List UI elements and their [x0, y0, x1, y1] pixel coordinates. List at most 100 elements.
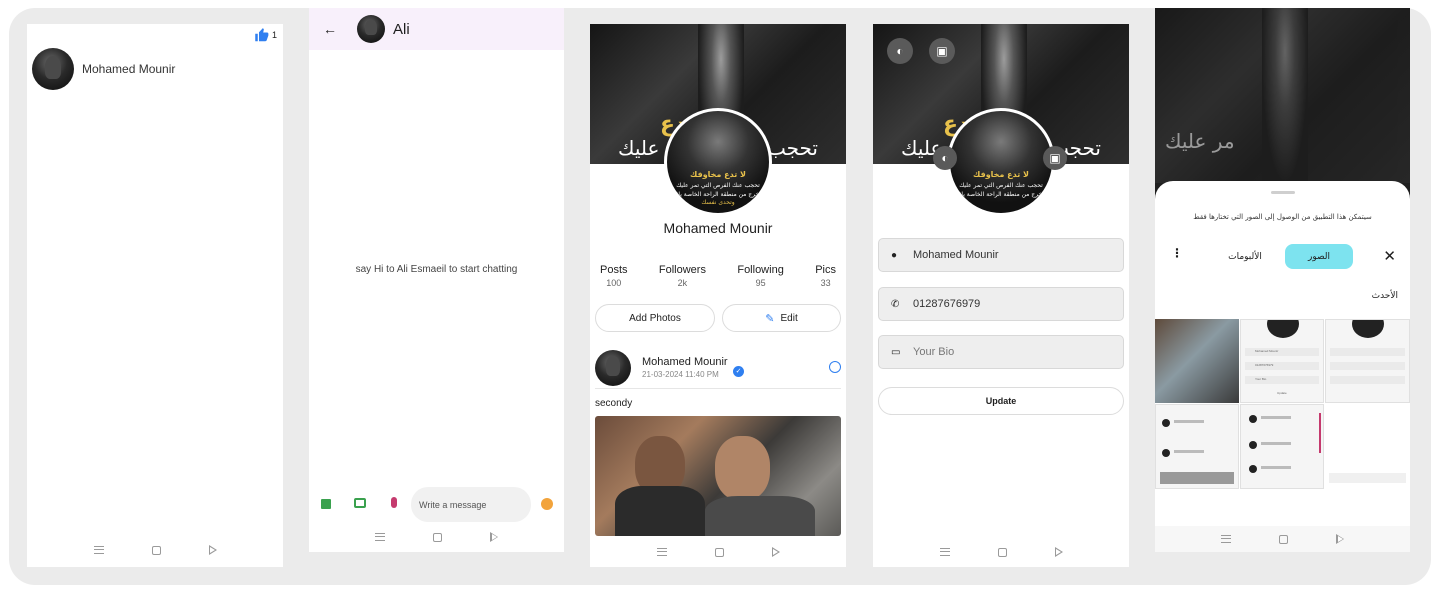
- photo-thumb[interactable]: [1155, 404, 1239, 489]
- globe-icon[interactable]: [829, 361, 841, 373]
- cover-image-dimmed: مر عليك: [1155, 8, 1410, 183]
- back-arrow-icon[interactable]: ←: [323, 21, 337, 37]
- contact-name: Mohamed Mounir: [82, 62, 176, 76]
- contact-row[interactable]: Mohamed Mounir: [32, 48, 175, 90]
- stat-label: Pics: [815, 264, 836, 276]
- home-nav-icon[interactable]: [1279, 534, 1288, 544]
- edit-button[interactable]: ✎ Edit: [722, 304, 841, 332]
- message-input-placeholder: Write a message: [419, 499, 487, 510]
- stat-value: 95: [755, 278, 766, 288]
- add-photos-button[interactable]: Add Photos: [595, 304, 715, 332]
- update-label: Update: [985, 396, 1017, 406]
- recents-nav-icon[interactable]: [375, 533, 385, 541]
- home-nav-icon[interactable]: [433, 532, 442, 542]
- system-nav-bar: [309, 522, 564, 552]
- stat-value: 2k: [677, 278, 688, 288]
- edit-label: Edit: [780, 312, 798, 324]
- stat-following[interactable]: Following 95: [737, 264, 783, 288]
- emoji-icon[interactable]: [541, 498, 553, 510]
- mini-phone: 01287676979: [1255, 363, 1274, 367]
- recents-nav-icon[interactable]: [93, 546, 104, 554]
- thumbs-up-icon: [255, 28, 269, 42]
- mic-icon[interactable]: [391, 497, 397, 508]
- back-nav-icon[interactable]: [490, 532, 498, 542]
- home-nav-icon[interactable]: [151, 545, 161, 555]
- avatar-text-4: وتحدى نفسك: [701, 198, 735, 206]
- home-nav-icon[interactable]: [997, 547, 1007, 557]
- more-options-icon[interactable]: ⋮: [1171, 246, 1183, 260]
- profile-avatar[interactable]: لا تدع مخاوفك تحجب عنك الفرص التي تمر عل…: [664, 108, 772, 216]
- stat-label: Followers: [658, 264, 706, 276]
- back-nav-icon[interactable]: [208, 545, 217, 555]
- avatar: [32, 48, 74, 90]
- post-author[interactable]: Mohamed Mounir: [642, 356, 728, 368]
- stats-row: Posts 100 Followers 2k Following 95 Pics 33: [600, 264, 836, 288]
- mini-name: Mohamed Mounir: [1255, 349, 1279, 353]
- post-text: secondy: [595, 398, 633, 409]
- bio-field[interactable]: ▭ Your Bio: [878, 335, 1124, 369]
- avatar-text-1: لا تدع مخاوفك: [690, 170, 746, 180]
- permission-text: سيتمكن هذا التطبيق من الوصول إلى الصور ا…: [1193, 213, 1372, 221]
- change-avatar-icon[interactable]: ◐: [933, 146, 957, 170]
- camera-avatar-icon[interactable]: ▣: [1043, 146, 1067, 170]
- back-nav-icon[interactable]: [771, 547, 780, 557]
- post-image[interactable]: [595, 416, 841, 536]
- photo-thumb[interactable]: [1155, 319, 1239, 403]
- gallery-icon[interactable]: [321, 499, 331, 509]
- phone-field[interactable]: ✆ 01287676979: [878, 287, 1124, 321]
- drag-handle[interactable]: [1271, 191, 1295, 194]
- avatar-text-2: تحجب عنك الفرص التي تمر عليك: [676, 182, 760, 190]
- photo-thumb[interactable]: [1325, 319, 1410, 403]
- verified-icon: ✓: [733, 366, 744, 377]
- post-header: Mohamed Mounir 21-03-2024 11:40 PM ✓: [595, 349, 841, 389]
- screen-photo-picker: مر عليك سيتمكن هذا التطبيق من الوصول إلى…: [1155, 8, 1410, 552]
- tab-albums[interactable]: الألبومات: [1212, 244, 1278, 269]
- stat-value: 33: [820, 278, 831, 288]
- avatar-text-3: اخرج من منطقة الراحة الخاصة بك: [958, 190, 1044, 198]
- camera-cover-icon[interactable]: ▣: [929, 38, 955, 64]
- name-field[interactable]: ● Mohamed Mounir: [878, 238, 1124, 272]
- cc-icon: ▭: [891, 346, 901, 358]
- back-nav-icon[interactable]: [1336, 534, 1344, 544]
- photo-thumb[interactable]: [1240, 404, 1324, 489]
- post-date: 21-03-2024 11:40 PM: [642, 370, 719, 379]
- stat-label: Following: [737, 264, 784, 276]
- recents-nav-icon[interactable]: [1221, 535, 1231, 543]
- avatar-text-2: تحجب عنك الفرص التي تمر عليك: [959, 182, 1043, 190]
- add-photos-label: Add Photos: [629, 312, 681, 324]
- section-recent: الأحدث: [1371, 291, 1398, 301]
- change-cover-icon[interactable]: ◐: [887, 38, 913, 64]
- recents-nav-icon[interactable]: [939, 548, 950, 556]
- system-nav-bar: [27, 533, 283, 567]
- home-nav-icon[interactable]: [714, 547, 724, 557]
- message-input[interactable]: Write a message: [411, 487, 531, 522]
- like-count: 1: [271, 30, 277, 40]
- like-badge[interactable]: 1: [254, 28, 277, 42]
- stat-pics[interactable]: Pics 33: [815, 264, 836, 288]
- stat-posts[interactable]: Posts 100: [600, 264, 628, 288]
- tab-photos[interactable]: الصور: [1285, 244, 1353, 269]
- phone-icon: ✆: [891, 298, 900, 310]
- screen-chat: ← Ali say Hi to Ali Esmaeil to start cha…: [309, 8, 564, 552]
- close-icon[interactable]: ✕: [1383, 247, 1396, 265]
- empty-chat-message: say Hi to Ali Esmaeil to start chatting: [355, 264, 518, 275]
- avatar: [357, 15, 385, 43]
- stat-followers[interactable]: Followers 2k: [659, 264, 706, 288]
- camera-icon[interactable]: [354, 498, 366, 508]
- chat-header: ← Ali: [309, 8, 564, 50]
- stat-value: 100: [606, 278, 622, 288]
- update-button[interactable]: Update: [878, 387, 1124, 415]
- bio-placeholder: Your Bio: [913, 346, 955, 358]
- phone-value: 01287676979: [913, 298, 981, 310]
- pencil-icon: ✎: [765, 312, 775, 325]
- profile-name: Mohamed Mounir: [663, 220, 773, 236]
- system-nav-bar: [1155, 526, 1410, 552]
- photo-thumb[interactable]: [1325, 404, 1410, 489]
- photo-thumb[interactable]: Mohamed Mounir 01287676979 Your Bio Upda…: [1240, 319, 1324, 403]
- tab-photos-label: الصور: [1307, 251, 1331, 262]
- chat-title: Ali: [393, 20, 410, 38]
- back-nav-icon[interactable]: [1054, 547, 1063, 557]
- recents-nav-icon[interactable]: [656, 548, 667, 556]
- profile-avatar[interactable]: لا تدع مخاوفك تحجب عنك الفرص التي تمر عل…: [947, 108, 1055, 216]
- photo-grid: Mohamed Mounir 01287676979 Your Bio Upda…: [1155, 319, 1410, 528]
